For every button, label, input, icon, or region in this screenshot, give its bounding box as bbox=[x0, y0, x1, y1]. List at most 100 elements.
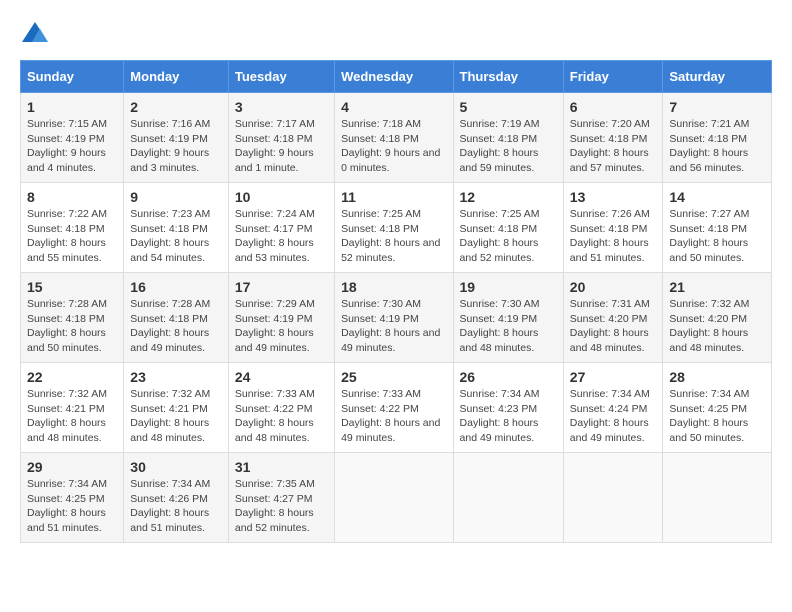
day-info: Sunrise: 7:25 AMSunset: 4:18 PMDaylight:… bbox=[460, 207, 557, 266]
day-info: Sunrise: 7:17 AMSunset: 4:18 PMDaylight:… bbox=[235, 117, 328, 176]
day-cell: 25 Sunrise: 7:33 AMSunset: 4:22 PMDaylig… bbox=[335, 363, 453, 453]
day-number: 30 bbox=[130, 459, 222, 475]
day-info: Sunrise: 7:34 AMSunset: 4:23 PMDaylight:… bbox=[460, 387, 557, 446]
day-cell: 13 Sunrise: 7:26 AMSunset: 4:18 PMDaylig… bbox=[563, 183, 663, 273]
day-cell: 31 Sunrise: 7:35 AMSunset: 4:27 PMDaylig… bbox=[228, 453, 334, 543]
day-number: 16 bbox=[130, 279, 222, 295]
day-cell: 28 Sunrise: 7:34 AMSunset: 4:25 PMDaylig… bbox=[663, 363, 772, 453]
day-cell: 7 Sunrise: 7:21 AMSunset: 4:18 PMDayligh… bbox=[663, 93, 772, 183]
day-number: 28 bbox=[669, 369, 765, 385]
day-number: 31 bbox=[235, 459, 328, 475]
day-number: 5 bbox=[460, 99, 557, 115]
day-cell: 24 Sunrise: 7:33 AMSunset: 4:22 PMDaylig… bbox=[228, 363, 334, 453]
logo bbox=[20, 20, 54, 50]
day-cell: 16 Sunrise: 7:28 AMSunset: 4:18 PMDaylig… bbox=[124, 273, 229, 363]
day-number: 24 bbox=[235, 369, 328, 385]
day-number: 12 bbox=[460, 189, 557, 205]
day-info: Sunrise: 7:22 AMSunset: 4:18 PMDaylight:… bbox=[27, 207, 117, 266]
day-cell: 22 Sunrise: 7:32 AMSunset: 4:21 PMDaylig… bbox=[21, 363, 124, 453]
day-info: Sunrise: 7:23 AMSunset: 4:18 PMDaylight:… bbox=[130, 207, 222, 266]
day-info: Sunrise: 7:18 AMSunset: 4:18 PMDaylight:… bbox=[341, 117, 446, 176]
day-number: 23 bbox=[130, 369, 222, 385]
column-header-thursday: Thursday bbox=[453, 61, 563, 93]
day-number: 15 bbox=[27, 279, 117, 295]
day-number: 8 bbox=[27, 189, 117, 205]
day-info: Sunrise: 7:34 AMSunset: 4:26 PMDaylight:… bbox=[130, 477, 222, 536]
day-cell: 4 Sunrise: 7:18 AMSunset: 4:18 PMDayligh… bbox=[335, 93, 453, 183]
day-info: Sunrise: 7:30 AMSunset: 4:19 PMDaylight:… bbox=[460, 297, 557, 356]
week-row-3: 15 Sunrise: 7:28 AMSunset: 4:18 PMDaylig… bbox=[21, 273, 772, 363]
day-cell: 5 Sunrise: 7:19 AMSunset: 4:18 PMDayligh… bbox=[453, 93, 563, 183]
day-cell: 12 Sunrise: 7:25 AMSunset: 4:18 PMDaylig… bbox=[453, 183, 563, 273]
day-number: 7 bbox=[669, 99, 765, 115]
calendar-table: SundayMondayTuesdayWednesdayThursdayFrid… bbox=[20, 60, 772, 543]
day-cell: 3 Sunrise: 7:17 AMSunset: 4:18 PMDayligh… bbox=[228, 93, 334, 183]
column-header-saturday: Saturday bbox=[663, 61, 772, 93]
day-info: Sunrise: 7:29 AMSunset: 4:19 PMDaylight:… bbox=[235, 297, 328, 356]
day-cell: 29 Sunrise: 7:34 AMSunset: 4:25 PMDaylig… bbox=[21, 453, 124, 543]
day-number: 2 bbox=[130, 99, 222, 115]
week-row-5: 29 Sunrise: 7:34 AMSunset: 4:25 PMDaylig… bbox=[21, 453, 772, 543]
day-info: Sunrise: 7:25 AMSunset: 4:18 PMDaylight:… bbox=[341, 207, 446, 266]
day-info: Sunrise: 7:26 AMSunset: 4:18 PMDaylight:… bbox=[570, 207, 657, 266]
day-info: Sunrise: 7:31 AMSunset: 4:20 PMDaylight:… bbox=[570, 297, 657, 356]
day-info: Sunrise: 7:32 AMSunset: 4:21 PMDaylight:… bbox=[27, 387, 117, 446]
day-cell: 21 Sunrise: 7:32 AMSunset: 4:20 PMDaylig… bbox=[663, 273, 772, 363]
day-cell: 15 Sunrise: 7:28 AMSunset: 4:18 PMDaylig… bbox=[21, 273, 124, 363]
day-cell: 18 Sunrise: 7:30 AMSunset: 4:19 PMDaylig… bbox=[335, 273, 453, 363]
day-number: 18 bbox=[341, 279, 446, 295]
day-info: Sunrise: 7:27 AMSunset: 4:18 PMDaylight:… bbox=[669, 207, 765, 266]
day-cell: 26 Sunrise: 7:34 AMSunset: 4:23 PMDaylig… bbox=[453, 363, 563, 453]
day-number: 4 bbox=[341, 99, 446, 115]
day-info: Sunrise: 7:20 AMSunset: 4:18 PMDaylight:… bbox=[570, 117, 657, 176]
day-cell bbox=[453, 453, 563, 543]
day-cell: 20 Sunrise: 7:31 AMSunset: 4:20 PMDaylig… bbox=[563, 273, 663, 363]
day-info: Sunrise: 7:32 AMSunset: 4:20 PMDaylight:… bbox=[669, 297, 765, 356]
day-info: Sunrise: 7:21 AMSunset: 4:18 PMDaylight:… bbox=[669, 117, 765, 176]
day-number: 11 bbox=[341, 189, 446, 205]
day-info: Sunrise: 7:34 AMSunset: 4:24 PMDaylight:… bbox=[570, 387, 657, 446]
day-number: 21 bbox=[669, 279, 765, 295]
day-cell: 27 Sunrise: 7:34 AMSunset: 4:24 PMDaylig… bbox=[563, 363, 663, 453]
day-number: 3 bbox=[235, 99, 328, 115]
day-number: 9 bbox=[130, 189, 222, 205]
day-info: Sunrise: 7:33 AMSunset: 4:22 PMDaylight:… bbox=[341, 387, 446, 446]
header bbox=[20, 20, 772, 50]
day-number: 29 bbox=[27, 459, 117, 475]
day-info: Sunrise: 7:24 AMSunset: 4:17 PMDaylight:… bbox=[235, 207, 328, 266]
header-row: SundayMondayTuesdayWednesdayThursdayFrid… bbox=[21, 61, 772, 93]
column-header-tuesday: Tuesday bbox=[228, 61, 334, 93]
day-cell: 14 Sunrise: 7:27 AMSunset: 4:18 PMDaylig… bbox=[663, 183, 772, 273]
day-number: 13 bbox=[570, 189, 657, 205]
day-cell: 30 Sunrise: 7:34 AMSunset: 4:26 PMDaylig… bbox=[124, 453, 229, 543]
week-row-1: 1 Sunrise: 7:15 AMSunset: 4:19 PMDayligh… bbox=[21, 93, 772, 183]
day-cell: 6 Sunrise: 7:20 AMSunset: 4:18 PMDayligh… bbox=[563, 93, 663, 183]
day-cell: 19 Sunrise: 7:30 AMSunset: 4:19 PMDaylig… bbox=[453, 273, 563, 363]
day-info: Sunrise: 7:35 AMSunset: 4:27 PMDaylight:… bbox=[235, 477, 328, 536]
column-header-sunday: Sunday bbox=[21, 61, 124, 93]
day-info: Sunrise: 7:16 AMSunset: 4:19 PMDaylight:… bbox=[130, 117, 222, 176]
day-cell: 11 Sunrise: 7:25 AMSunset: 4:18 PMDaylig… bbox=[335, 183, 453, 273]
day-cell bbox=[563, 453, 663, 543]
day-cell: 2 Sunrise: 7:16 AMSunset: 4:19 PMDayligh… bbox=[124, 93, 229, 183]
day-cell bbox=[335, 453, 453, 543]
column-header-wednesday: Wednesday bbox=[335, 61, 453, 93]
day-number: 19 bbox=[460, 279, 557, 295]
day-number: 26 bbox=[460, 369, 557, 385]
day-cell: 10 Sunrise: 7:24 AMSunset: 4:17 PMDaylig… bbox=[228, 183, 334, 273]
day-info: Sunrise: 7:34 AMSunset: 4:25 PMDaylight:… bbox=[669, 387, 765, 446]
day-cell: 17 Sunrise: 7:29 AMSunset: 4:19 PMDaylig… bbox=[228, 273, 334, 363]
week-row-2: 8 Sunrise: 7:22 AMSunset: 4:18 PMDayligh… bbox=[21, 183, 772, 273]
day-info: Sunrise: 7:15 AMSunset: 4:19 PMDaylight:… bbox=[27, 117, 117, 176]
day-number: 25 bbox=[341, 369, 446, 385]
day-info: Sunrise: 7:34 AMSunset: 4:25 PMDaylight:… bbox=[27, 477, 117, 536]
day-number: 10 bbox=[235, 189, 328, 205]
day-cell: 9 Sunrise: 7:23 AMSunset: 4:18 PMDayligh… bbox=[124, 183, 229, 273]
day-info: Sunrise: 7:28 AMSunset: 4:18 PMDaylight:… bbox=[27, 297, 117, 356]
day-info: Sunrise: 7:19 AMSunset: 4:18 PMDaylight:… bbox=[460, 117, 557, 176]
day-info: Sunrise: 7:30 AMSunset: 4:19 PMDaylight:… bbox=[341, 297, 446, 356]
day-info: Sunrise: 7:32 AMSunset: 4:21 PMDaylight:… bbox=[130, 387, 222, 446]
day-number: 17 bbox=[235, 279, 328, 295]
day-number: 6 bbox=[570, 99, 657, 115]
week-row-4: 22 Sunrise: 7:32 AMSunset: 4:21 PMDaylig… bbox=[21, 363, 772, 453]
